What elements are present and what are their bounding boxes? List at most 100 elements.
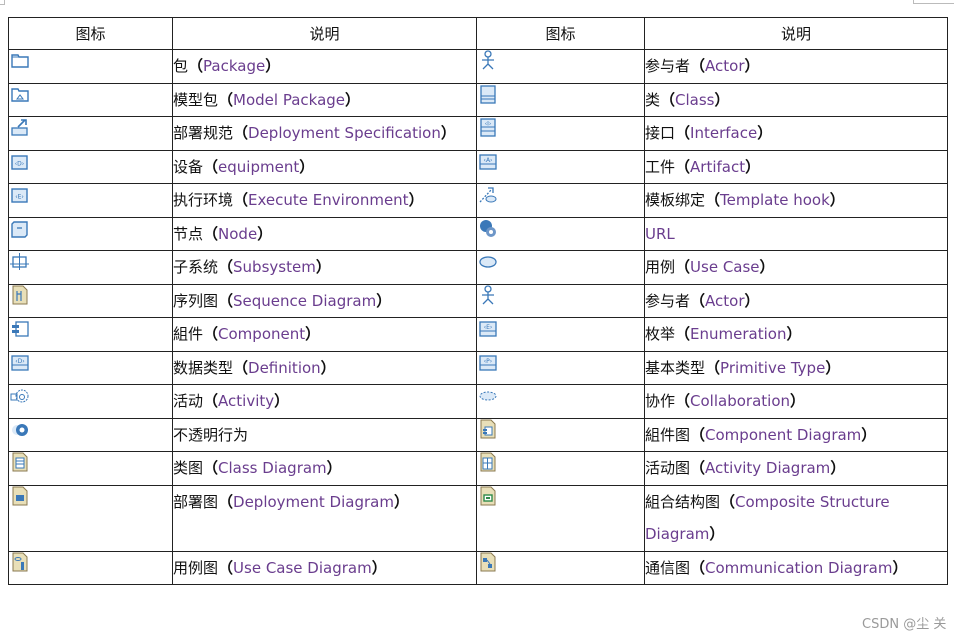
english-label: Class Diagram (218, 459, 327, 477)
icon-cell (476, 82, 645, 117)
paren-open: （ (233, 124, 249, 142)
icon-cell (476, 384, 645, 419)
paren-close: ） (825, 358, 841, 377)
icon-cell: ‹D› (8, 149, 173, 184)
icon-cell (8, 116, 173, 151)
icon-cell (8, 216, 173, 251)
english-label: Use Case Diagram (233, 558, 372, 577)
paren-open: （ (690, 291, 706, 310)
english-label: Subsystem (233, 258, 316, 276)
template-binding-icon (477, 184, 499, 204)
chinese-label: 組合结构图 (645, 492, 721, 511)
activity-diagram-icon (477, 452, 499, 472)
english-label: Actor (705, 57, 745, 75)
description-cell: 协作（Collaboration） (644, 384, 948, 419)
english-label: Use Case (690, 258, 760, 276)
chinese-label: 組件 (173, 325, 204, 343)
english-label: Deployment Diagram (233, 492, 394, 511)
paren-close: ） (759, 258, 775, 276)
table-row: 部署图（Deployment Diagram） 組合结构图（Composite S… (8, 484, 948, 552)
chinese-label: 組件图 (645, 425, 691, 444)
table-header-row: 图标 说明 图标 说明 (8, 17, 948, 50)
paren-close: ） (744, 291, 760, 310)
paren-close: ） (745, 157, 761, 176)
actor-icon (477, 50, 499, 70)
paren-open: （ (675, 392, 691, 410)
deployment-specification-icon (9, 117, 31, 137)
chinese-label: 节点 (173, 224, 204, 243)
activity-icon (9, 385, 31, 405)
chinese-label: 设备 (173, 157, 204, 176)
chinese-label: 模型包 (173, 90, 219, 109)
paren-open: （ (675, 124, 691, 142)
class-diagram-icon (9, 452, 31, 472)
svg-text:‹I›: ‹I› (485, 121, 492, 128)
chinese-label: 参与者 (645, 57, 691, 75)
sequence-diagram-icon (9, 285, 31, 305)
chinese-label: 类 (645, 90, 661, 109)
description-cell: 組件（Component） (172, 317, 477, 352)
icon-cell: ‹E› (476, 317, 645, 352)
description-cell: 部署规范（Deployment Specification） (172, 116, 477, 151)
chinese-label: 工件 (645, 157, 676, 176)
communication-diagram-icon (477, 552, 499, 572)
description-cell: 类（Class） (644, 82, 948, 117)
icon-cell (8, 451, 173, 486)
table-row: 节点（Node） URL (8, 216, 948, 251)
english-label: Deployment Specification (248, 124, 441, 142)
paren-close: ） (257, 224, 273, 243)
device-icon: ‹D› (9, 151, 31, 171)
paren-open: （ (203, 224, 219, 243)
chinese-label: 子系统 (173, 258, 219, 276)
svg-text:‹P›: ‹P› (484, 358, 492, 365)
english-label: Sequence Diagram (233, 291, 377, 310)
actor-icon (477, 284, 499, 305)
paren-open: （ (188, 57, 204, 75)
description-cell: 数据类型（Definition） (172, 350, 477, 385)
icon-cell (8, 317, 173, 352)
paren-open: （ (690, 558, 706, 577)
paren-open: （ (675, 325, 691, 343)
description-cell: 不透明行为 (172, 417, 477, 452)
icon-cell (476, 484, 645, 552)
icon-cell (476, 451, 645, 486)
paren-open: （ (218, 90, 234, 109)
description-cell: 枚举（Enumeration） (644, 317, 948, 352)
paren-close: ） (440, 124, 456, 142)
chinese-label: 用例 (645, 258, 676, 276)
paren-open: （ (690, 425, 706, 444)
table-row: 組件（Component） ‹E› 枚举（Enumeration） (8, 317, 948, 352)
paren-close: ） (299, 157, 315, 176)
description-cell: 模型包（Model Package） (172, 82, 477, 117)
chinese-label: 通信图 (645, 558, 691, 577)
table-row: 活动（Activity） 协作（Collaboration） (8, 384, 948, 419)
chinese-label: 部署图 (173, 492, 219, 511)
english-label: Class (675, 90, 715, 109)
chinese-label: 枚举 (645, 325, 676, 343)
artifact-icon: ‹A› (477, 151, 499, 171)
paren-open: （ (675, 157, 691, 176)
icon-cell: ‹P› (476, 350, 645, 385)
description-cell: 活动图（Activity Diagram） (644, 451, 948, 486)
corner-mark (0, 0, 5, 5)
data-type-icon: ‹D› (9, 352, 31, 372)
paren-open: （ (720, 492, 736, 511)
chinese-label: 活动 (173, 392, 204, 410)
use-case-diagram-icon (9, 552, 31, 572)
description-cell: 用例图（Use Case Diagram） (172, 550, 477, 585)
icon-cell (8, 82, 173, 117)
paren-open: （ (233, 191, 249, 209)
header-icon-right: 图标 (476, 17, 645, 50)
description-cell: 类图（Class Diagram） (172, 451, 477, 486)
table-row: 类图（Class Diagram） 活动图（Activity Diagram） (8, 451, 948, 486)
paren-open: （ (675, 258, 691, 276)
svg-text:‹E›: ‹E› (15, 194, 24, 201)
description-cell: 设备（equipment） (172, 149, 477, 184)
icon-cell (8, 417, 173, 452)
url-icon (477, 218, 499, 238)
paren-open: （ (218, 492, 234, 511)
paren-close: ） (714, 90, 730, 109)
english-label: Interface (690, 124, 758, 142)
paren-open: （ (705, 191, 721, 209)
description-cell: 工件（Artifact） (644, 149, 948, 184)
